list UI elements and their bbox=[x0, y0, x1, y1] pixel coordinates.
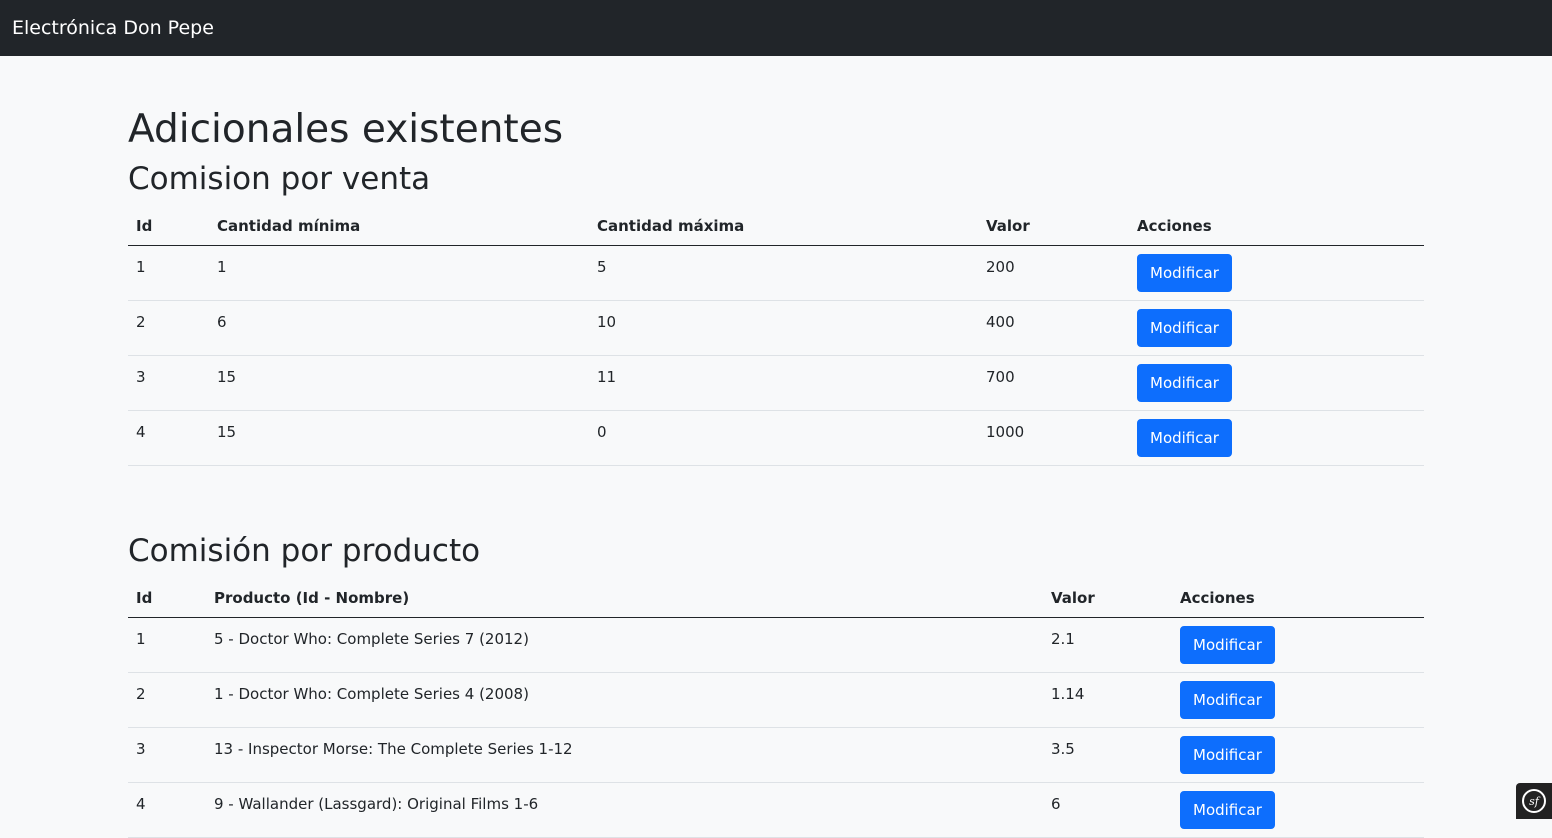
column-header-actions: Acciones bbox=[1172, 580, 1424, 617]
cell-min: 15 bbox=[209, 410, 589, 465]
navbar-brand[interactable]: Electrónica Don Pepe bbox=[12, 17, 214, 39]
column-header-actions: Acciones bbox=[1129, 208, 1424, 245]
cell-id: 1 bbox=[128, 617, 206, 672]
cell-actions: Modificar bbox=[1172, 727, 1424, 782]
symfony-icon: sf bbox=[1522, 789, 1546, 813]
page-title: Adicionales existentes bbox=[128, 106, 563, 154]
cell-product: 5 - Doctor Who: Complete Series 7 (2012) bbox=[206, 617, 1043, 672]
table-row: 3 13 - Inspector Morse: The Complete Ser… bbox=[128, 727, 1424, 782]
column-header-value: Valor bbox=[1043, 580, 1172, 617]
table-row: 4 15 0 1000 Modificar bbox=[128, 410, 1424, 465]
modify-button[interactable]: Modificar bbox=[1137, 364, 1232, 402]
cell-max: 11 bbox=[589, 355, 978, 410]
table-row: 3 15 11 700 Modificar bbox=[128, 355, 1424, 410]
cell-value: 400 bbox=[978, 300, 1129, 355]
column-header-id: Id bbox=[128, 580, 206, 617]
cell-id: 3 bbox=[128, 355, 209, 410]
debug-toolbar-toggle[interactable]: sf bbox=[1516, 783, 1552, 819]
cell-value: 200 bbox=[978, 245, 1129, 300]
cell-max: 5 bbox=[589, 245, 978, 300]
sales-commission-title: Comision por venta bbox=[128, 160, 430, 198]
sales-commission-table: Id Cantidad mínima Cantidad máxima Valor… bbox=[128, 208, 1424, 466]
table-row: 1 5 - Doctor Who: Complete Series 7 (201… bbox=[128, 617, 1424, 672]
cell-actions: Modificar bbox=[1172, 782, 1424, 837]
cell-id: 4 bbox=[128, 782, 206, 837]
modify-button[interactable]: Modificar bbox=[1137, 254, 1232, 292]
cell-product: 1 - Doctor Who: Complete Series 4 (2008) bbox=[206, 672, 1043, 727]
cell-id: 4 bbox=[128, 410, 209, 465]
cell-min: 1 bbox=[209, 245, 589, 300]
cell-value: 1.14 bbox=[1043, 672, 1172, 727]
cell-id: 1 bbox=[128, 245, 209, 300]
product-commission-title: Comisión por producto bbox=[128, 532, 480, 570]
modify-button[interactable]: Modificar bbox=[1137, 419, 1232, 457]
modify-button[interactable]: Modificar bbox=[1180, 791, 1275, 829]
cell-product: 9 - Wallander (Lassgard): Original Films… bbox=[206, 782, 1043, 837]
column-header-value: Valor bbox=[978, 208, 1129, 245]
cell-id: 2 bbox=[128, 300, 209, 355]
cell-value: 2.1 bbox=[1043, 617, 1172, 672]
column-header-id: Id bbox=[128, 208, 209, 245]
column-header-product: Producto (Id - Nombre) bbox=[206, 580, 1043, 617]
cell-id: 2 bbox=[128, 672, 206, 727]
table-row: 4 9 - Wallander (Lassgard): Original Fil… bbox=[128, 782, 1424, 837]
table-header-row: Id Producto (Id - Nombre) Valor Acciones bbox=[128, 580, 1424, 617]
cell-max: 0 bbox=[589, 410, 978, 465]
cell-max: 10 bbox=[589, 300, 978, 355]
table-header-row: Id Cantidad mínima Cantidad máxima Valor… bbox=[128, 208, 1424, 245]
cell-value: 700 bbox=[978, 355, 1129, 410]
cell-min: 6 bbox=[209, 300, 589, 355]
cell-actions: Modificar bbox=[1129, 245, 1424, 300]
cell-value: 1000 bbox=[978, 410, 1129, 465]
cell-actions: Modificar bbox=[1172, 672, 1424, 727]
modify-button[interactable]: Modificar bbox=[1137, 309, 1232, 347]
modify-button[interactable]: Modificar bbox=[1180, 681, 1275, 719]
cell-value: 3.5 bbox=[1043, 727, 1172, 782]
column-header-max: Cantidad máxima bbox=[589, 208, 978, 245]
cell-value: 6 bbox=[1043, 782, 1172, 837]
cell-min: 15 bbox=[209, 355, 589, 410]
modify-button[interactable]: Modificar bbox=[1180, 626, 1275, 664]
modify-button[interactable]: Modificar bbox=[1180, 736, 1275, 774]
table-row: 1 1 5 200 Modificar bbox=[128, 245, 1424, 300]
table-row: 2 6 10 400 Modificar bbox=[128, 300, 1424, 355]
cell-actions: Modificar bbox=[1129, 300, 1424, 355]
cell-actions: Modificar bbox=[1129, 410, 1424, 465]
table-row: 2 1 - Doctor Who: Complete Series 4 (200… bbox=[128, 672, 1424, 727]
cell-actions: Modificar bbox=[1129, 355, 1424, 410]
navbar: Electrónica Don Pepe bbox=[0, 0, 1552, 56]
cell-id: 3 bbox=[128, 727, 206, 782]
product-commission-table: Id Producto (Id - Nombre) Valor Acciones… bbox=[128, 580, 1424, 838]
cell-actions: Modificar bbox=[1172, 617, 1424, 672]
column-header-min: Cantidad mínima bbox=[209, 208, 589, 245]
cell-product: 13 - Inspector Morse: The Complete Serie… bbox=[206, 727, 1043, 782]
